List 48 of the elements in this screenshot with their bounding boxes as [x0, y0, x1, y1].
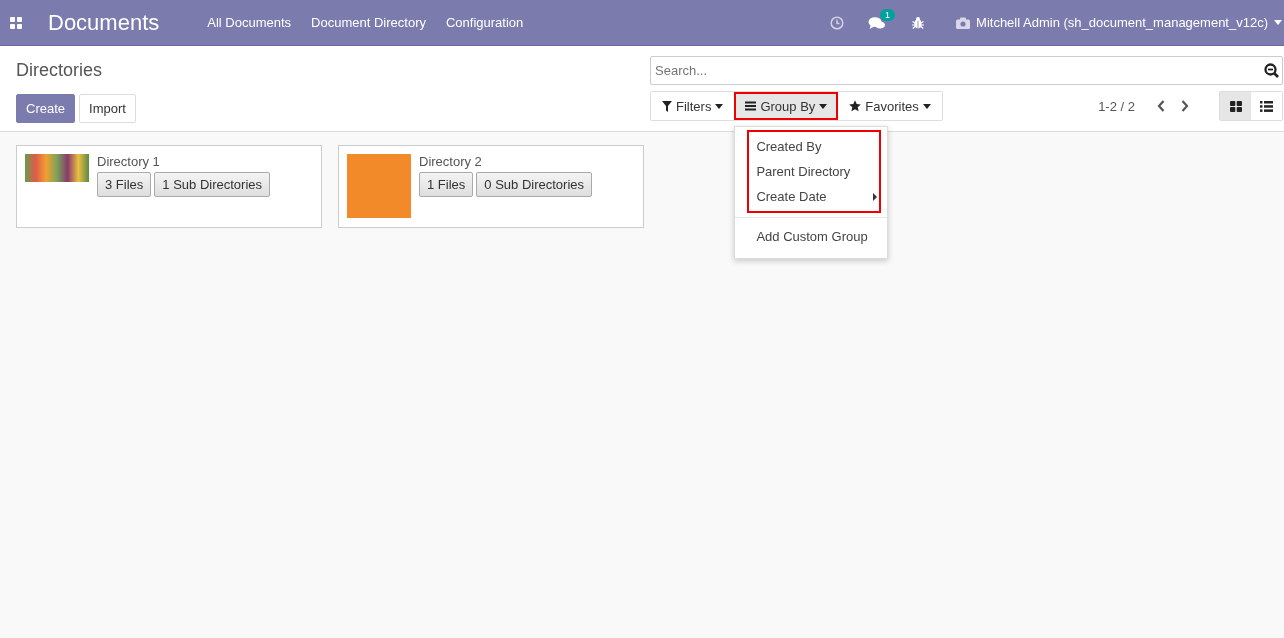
caret-icon [1274, 20, 1282, 25]
star-icon [849, 100, 862, 112]
grid-icon [10, 16, 22, 29]
create-button[interactable]: Create [16, 94, 76, 123]
photo-placeholder [25, 154, 89, 182]
bars-icon [745, 101, 757, 111]
caret-right-icon [873, 192, 878, 201]
menu-item[interactable]: Created By [749, 134, 880, 159]
menu-link[interactable]: Document Directory [311, 15, 426, 30]
apps-button[interactable] [10, 16, 22, 29]
caret-icon [922, 103, 931, 109]
clock-icon [830, 15, 845, 30]
chat-bubbles-icon [868, 15, 887, 30]
menu-item[interactable]: Parent Directory [749, 159, 880, 184]
caret-icon [819, 103, 828, 109]
app-title: Documents [48, 9, 160, 36]
breadcrumb-title: Directories [16, 60, 104, 81]
camera-icon [956, 16, 971, 29]
caret-icon [715, 103, 724, 109]
import-button[interactable]: Import [79, 94, 136, 123]
menu-item[interactable]: Create Date [749, 184, 880, 209]
count-button[interactable]: 0 Sub Directories [476, 172, 592, 197]
kanban-grid-icon [1229, 100, 1242, 112]
activity-button[interactable] [830, 15, 845, 30]
menu-item[interactable]: Add Custom Group [749, 224, 882, 249]
directory-card[interactable]: Directory 1 3 Files 1 Sub Directories [16, 145, 322, 228]
count-button[interactable]: 1 Files [419, 172, 474, 197]
list-icon [1260, 100, 1273, 112]
directory-name: Directory 1 [97, 154, 161, 169]
chevron-right-icon [1181, 100, 1189, 112]
search-icon [1264, 63, 1279, 78]
directory-card[interactable]: Directory 2 1 Files 0 Sub Directories [338, 145, 644, 228]
view-switch-button[interactable] [1220, 92, 1251, 120]
menu-link[interactable]: All Documents [207, 15, 292, 30]
search-field[interactable]: Search... [650, 56, 1283, 85]
message-count-badge: 1 [880, 8, 896, 21]
count-button[interactable]: 3 Files [97, 172, 152, 197]
menu-link[interactable]: Configuration [445, 15, 524, 30]
funnel-icon [662, 100, 672, 112]
bug-icon [912, 16, 925, 29]
search-option-button[interactable]: Group By [734, 92, 839, 120]
directory-name: Directory 2 [419, 154, 483, 169]
pager-value: 1-2 / 2 [1098, 98, 1135, 114]
debug-button[interactable] [912, 16, 925, 29]
chevron-left-icon [1157, 100, 1165, 112]
messages-button[interactable] [868, 15, 887, 30]
avatar-placeholder [347, 154, 411, 218]
count-button[interactable]: 1 Sub Directories [154, 172, 270, 197]
